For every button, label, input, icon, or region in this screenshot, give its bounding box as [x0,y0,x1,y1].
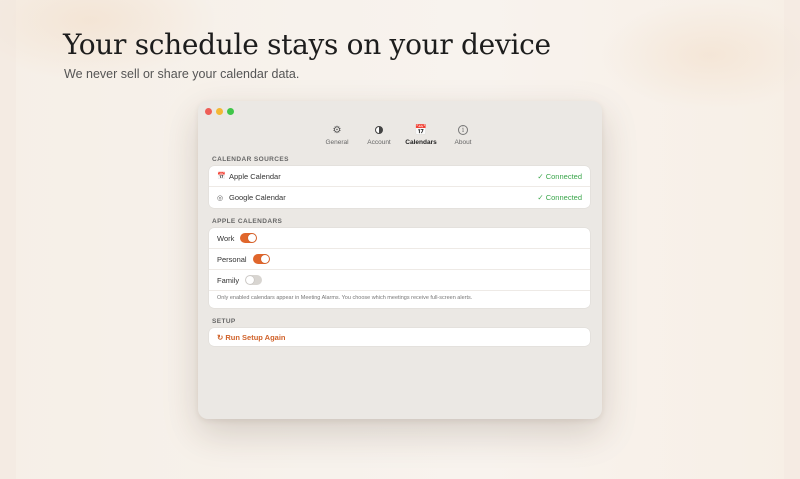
calendar-name: Work [217,233,235,243]
tab-label: Calendars [405,139,437,146]
connected-status: ✓ Connected [537,193,582,202]
settings-tabs: ⚙ General Account 📅 Calendars i About [198,123,602,147]
side-shade-right [784,0,800,479]
run-setup-again-button[interactable]: ↻ Run Setup Again [209,328,590,346]
apple-calendars-card: Work Personal Family Only enabled calend… [209,228,590,308]
family-toggle[interactable] [245,275,263,285]
setup-card: ↻ Run Setup Again [209,328,590,346]
personal-toggle[interactable] [252,254,270,264]
tab-account[interactable]: Account [366,123,392,146]
hero-headline: Your schedule stays on your device [63,28,551,61]
calendar-toggle-row: Personal [209,249,590,270]
settings-window: ⚙ General Account 📅 Calendars i About CA… [198,101,602,419]
tab-about[interactable]: i About [450,123,476,146]
google-icon: ◎ [217,194,224,202]
toggle-knob [248,234,257,242]
connected-status: ✓ Connected [537,171,582,181]
window-controls [205,108,234,115]
side-shade-left [0,0,16,479]
gear-icon: ⚙ [332,124,342,136]
section-title-apple-calendars: APPLE CALENDARS [212,218,283,225]
source-name: Apple Calendar [229,171,281,181]
work-toggle[interactable] [240,233,258,243]
tab-label: General [325,139,349,146]
calendar-toggle-row: Family [209,270,590,291]
tab-label: Account [367,139,391,146]
toggle-knob [246,276,255,284]
calendar-source-row[interactable]: 📅 Apple Calendar ✓ Connected [209,166,590,187]
close-window-button[interactable] [205,108,212,115]
tab-general[interactable]: ⚙ General [324,123,350,147]
minimize-window-button[interactable] [216,108,223,115]
background-glow-right [600,0,800,110]
calendar-name: Family [217,275,240,285]
calendar-source-row[interactable]: ◎ Google Calendar ✓ Connected [209,187,590,208]
toggle-knob [260,255,269,263]
calendar-icon: 📅 [217,173,226,180]
calendar-toggle-row: Work [209,228,590,249]
calendar-icon: 📅 [414,124,428,136]
source-name: Google Calendar [229,193,286,202]
section-title-calendar-sources: CALENDAR SOURCES [212,156,289,163]
account-icon [375,126,383,134]
tab-label: About [454,139,472,146]
calendars-note: Only enabled calendars appear in Meeting… [217,295,473,301]
tab-calendars[interactable]: 📅 Calendars [405,123,437,147]
zoom-window-button[interactable] [227,108,234,115]
hero-subheadline: We never sell or share your calendar dat… [64,67,300,81]
info-icon: i [458,125,468,135]
section-title-setup: SETUP [212,318,236,325]
calendar-name: Personal [217,254,247,264]
calendar-sources-card: 📅 Apple Calendar ✓ Connected ◎ Google Ca… [209,166,590,208]
